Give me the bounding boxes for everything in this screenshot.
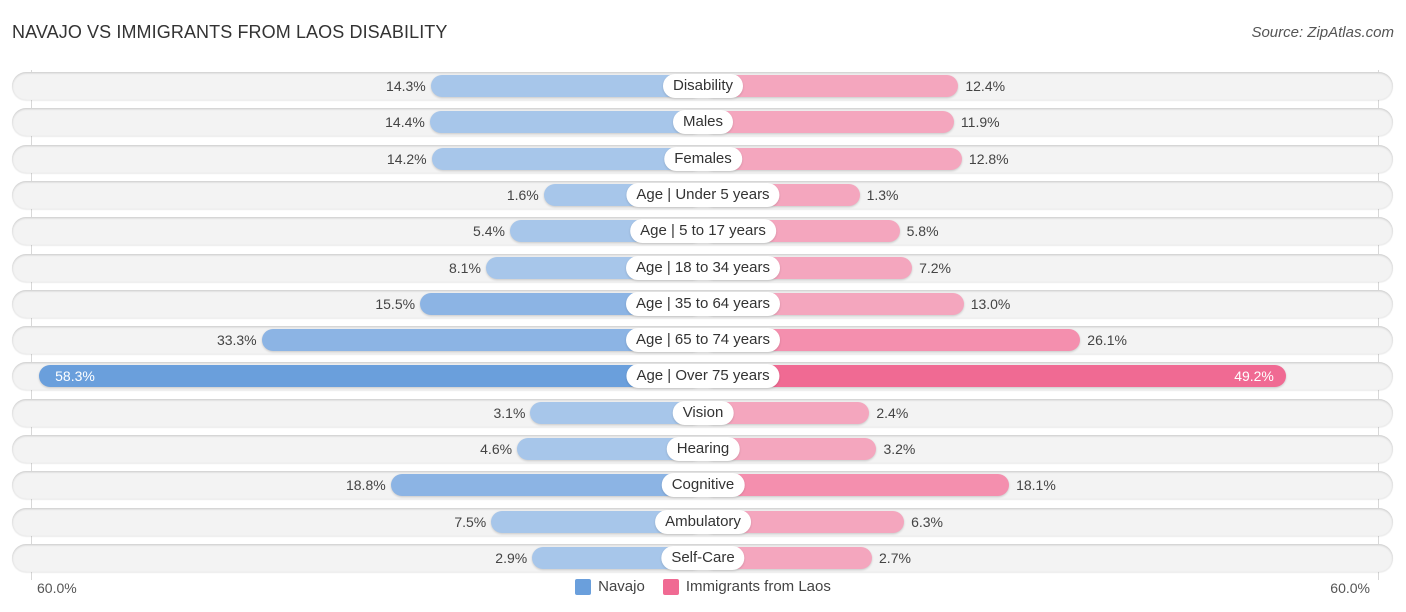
legend-swatch-laos	[662, 578, 679, 595]
value-label-navajo: 5.4%	[473, 223, 505, 239]
legend-label-laos: Immigrants from Laos	[685, 578, 831, 595]
value-label-navajo: 3.1%	[493, 405, 526, 421]
bar-immigrants-from-laos[interactable]	[703, 111, 954, 133]
value-label-navajo: 2.9%	[495, 550, 528, 566]
value-label-navajo: 14.2%	[386, 151, 427, 167]
value-label-laos: 49.2%	[1234, 368, 1274, 384]
category-label: Disability	[662, 74, 744, 98]
category-label: Age | Over 75 years	[626, 364, 780, 388]
value-label-navajo: 1.6%	[506, 187, 539, 203]
value-label-laos: 26.1%	[1087, 332, 1127, 348]
category-label: Males	[672, 110, 734, 134]
value-label-laos: 7.2%	[919, 260, 951, 276]
bar-immigrants-from-laos[interactable]	[703, 474, 1010, 496]
category-label: Vision	[672, 401, 734, 425]
bar-navajo[interactable]	[431, 148, 703, 170]
value-label-navajo: 33.3%	[216, 332, 257, 348]
value-label-laos: 2.7%	[879, 550, 911, 566]
bar-immigrants-from-laos[interactable]	[703, 365, 1286, 387]
source-credit: Source: ZipAtlas.com	[1251, 24, 1394, 41]
value-label-laos: 13.0%	[970, 296, 1011, 312]
category-label: Age | Under 5 years	[626, 183, 780, 207]
legend: Navajo Immigrants from Laos	[0, 578, 1406, 595]
value-label-laos: 18.1%	[1016, 477, 1056, 493]
legend-label-navajo: Navajo	[598, 578, 645, 595]
category-label: Self-Care	[661, 546, 745, 570]
bar-navajo[interactable]	[39, 365, 703, 387]
value-label-navajo: 4.6%	[480, 441, 513, 457]
legend-item-laos[interactable]: Immigrants from Laos	[662, 578, 831, 595]
value-label-laos: 12.8%	[968, 151, 1009, 167]
category-label: Females	[664, 147, 742, 171]
legend-swatch-navajo	[575, 578, 592, 595]
category-label: Age | 35 to 64 years	[626, 292, 780, 316]
value-label-laos: 6.3%	[911, 514, 943, 530]
value-label-laos: 3.2%	[883, 441, 916, 457]
value-label-navajo: 18.8%	[345, 477, 386, 493]
value-label-navajo: 8.1%	[449, 260, 481, 276]
chart-title: NAVAJO VS IMMIGRANTS FROM LAOS DISABILIT…	[12, 22, 448, 42]
bar-navajo[interactable]	[429, 111, 703, 133]
value-label-navajo: 14.4%	[385, 114, 425, 130]
value-label-laos: 5.8%	[906, 223, 939, 239]
category-label: Ambulatory	[655, 510, 751, 534]
category-label: Cognitive	[661, 473, 745, 497]
legend-item-navajo[interactable]: Navajo	[575, 578, 645, 595]
value-label-navajo: 14.3%	[386, 78, 426, 94]
value-label-navajo: 58.3%	[55, 368, 95, 384]
value-label-navajo: 15.5%	[375, 296, 416, 312]
value-label-laos: 2.4%	[876, 405, 909, 421]
bar-navajo[interactable]	[390, 474, 703, 496]
value-label-laos: 11.9%	[960, 114, 1000, 130]
category-label: Age | 5 to 17 years	[630, 219, 776, 243]
value-label-navajo: 7.5%	[454, 514, 487, 530]
value-label-laos: 12.4%	[965, 78, 1006, 94]
category-label: Age | 18 to 34 years	[626, 256, 780, 280]
category-label: Age | 65 to 74 years	[626, 328, 780, 352]
bar-immigrants-from-laos[interactable]	[703, 148, 962, 170]
value-label-laos: 1.3%	[866, 187, 899, 203]
category-label: Hearing	[666, 437, 740, 461]
